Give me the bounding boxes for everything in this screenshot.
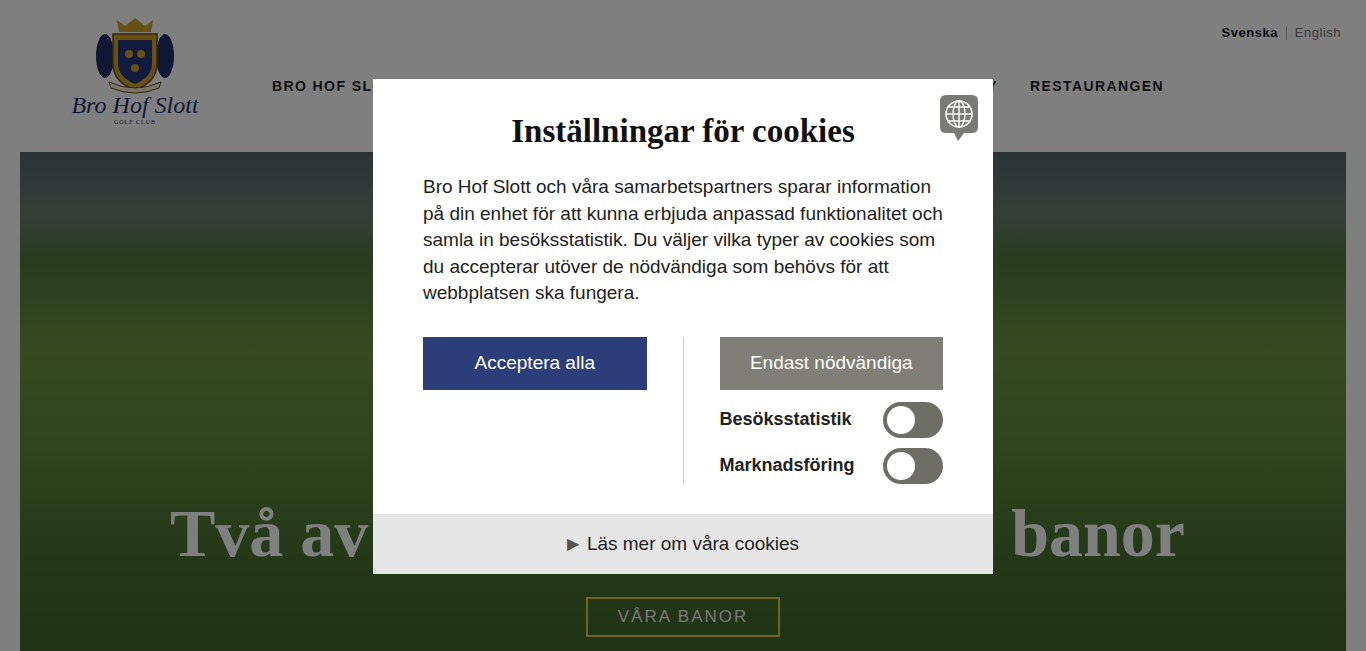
toggle-switch[interactable] xyxy=(883,402,943,438)
globe-icon[interactable] xyxy=(940,95,978,141)
cookie-dialog: Inställningar för cookies Bro Hof Slott o… xyxy=(373,79,993,574)
choices: Acceptera alla Endast nödvändiga Besökssta… xyxy=(423,337,943,484)
toggle-knob xyxy=(887,406,915,434)
read-more-label: Läs mer om våra cookies xyxy=(587,533,799,555)
triangle-icon: ▶ xyxy=(567,534,579,553)
toggle-label: Marknadsföring xyxy=(720,455,855,476)
necessary-only-button[interactable]: Endast nödvändiga xyxy=(720,337,944,390)
dialog-title: Inställningar för cookies xyxy=(423,109,943,153)
toggle-switch[interactable] xyxy=(883,448,943,484)
page: Bro Hof SlottGOLF CLUBBRO HOF SLOMYRESTA… xyxy=(0,0,1366,651)
accept-all-button[interactable]: Acceptera alla xyxy=(423,337,647,390)
read-more[interactable]: ▶ Läs mer om våra cookies xyxy=(373,514,993,574)
toggle-row: Marknadsföring xyxy=(720,448,944,484)
divider xyxy=(683,337,684,484)
dialog-text: Bro Hof Slott och våra samarbetspartners… xyxy=(423,174,943,307)
toggle-knob xyxy=(887,452,915,480)
toggle-label: Besöksstatistik xyxy=(720,409,852,430)
toggle-row: Besöksstatistik xyxy=(720,402,944,438)
